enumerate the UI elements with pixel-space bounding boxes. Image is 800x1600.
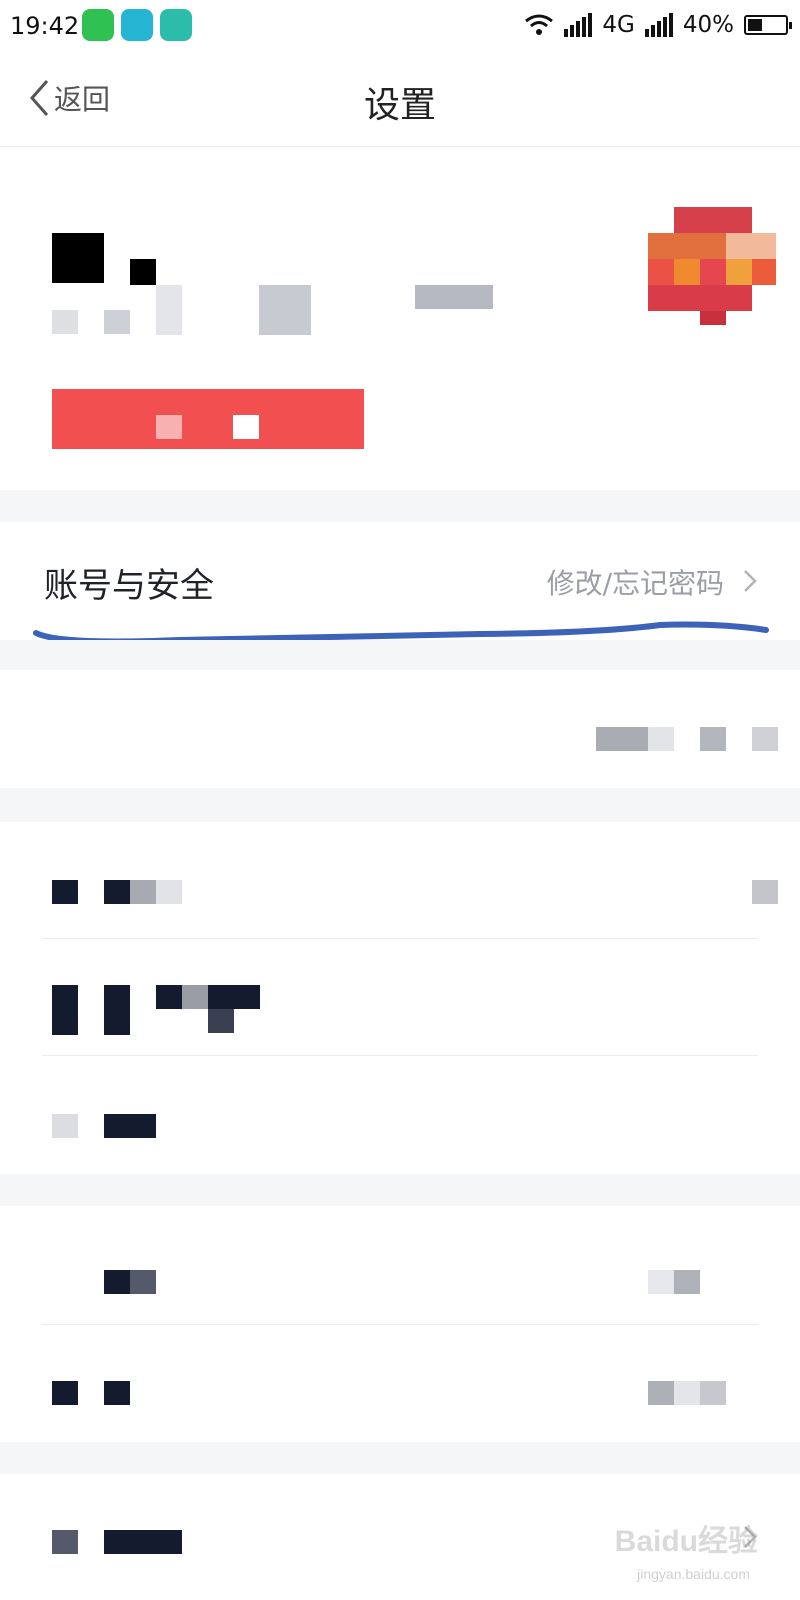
redacted-value [674,1270,700,1294]
redacted-info [156,285,182,335]
redacted-label [52,985,78,1035]
redacted-label [182,985,208,1009]
redacted-label [156,985,182,1009]
redacted-setting-row[interactable] [0,670,800,788]
redacted-value [596,727,648,751]
watermark-url: jingyan.baidu.com [637,1566,750,1582]
page-title: 设置 [363,85,436,126]
avatar-pixel [648,233,726,259]
redacted-value [648,1381,674,1405]
redacted-value [752,727,778,751]
wifi-icon [525,14,554,35]
avatar-pixel [726,233,776,259]
redacted-label [104,1381,130,1405]
redacted-username [52,233,104,283]
battery-percent: 40% [682,12,734,38]
redacted-label [130,1270,156,1294]
redacted-label [52,1114,78,1138]
avatar[interactable] [648,207,782,325]
redacted-value [700,727,726,751]
status-icons: 4G 40% [524,12,792,38]
redacted-info [415,285,493,309]
redacted-row-4[interactable] [0,1206,800,1324]
account-security-row[interactable]: 账号与安全 修改/忘记密码 [0,522,800,640]
redacted-label [52,1530,78,1554]
app-notification-icon-green [82,9,114,41]
redacted-label [52,1381,78,1405]
avatar-pixel [648,285,752,311]
redacted-label [104,1530,182,1554]
redacted-settings-group [0,822,800,1174]
nav-bar: 返回 设置 [0,54,800,147]
scan-icon [160,9,192,41]
redacted-info [259,285,311,335]
avatar-pixel [700,259,726,285]
redacted-row-3[interactable] [0,1056,800,1174]
signal-icon [564,13,593,37]
battery-icon [744,15,792,35]
redacted-value [752,880,778,904]
redacted-label [104,880,130,904]
status-bar: 19:42 4G 40% [0,0,800,54]
redacted-vip-badge [52,389,364,449]
avatar-pixel [674,259,700,285]
avatar-pixel [726,259,752,285]
redacted-username-part [130,259,156,285]
redacted-value [674,1381,700,1405]
watermark-brand: Baidu经验 [614,1525,758,1558]
redacted-info [104,310,130,334]
avatar-pixel [674,207,752,233]
redacted-label [156,880,182,904]
redacted-row-1[interactable] [0,822,800,938]
redacted-label [104,1114,156,1138]
redacted-badge-part [233,415,259,439]
avatar-pixel [700,311,726,325]
profile-card[interactable] [0,147,800,490]
redacted-value [700,1381,726,1405]
status-time: 19:42 [10,12,80,40]
redacted-value [648,1270,674,1294]
network-type: 4G [602,12,635,38]
redacted-badge-part [156,415,182,439]
redacted-label [208,1009,234,1033]
redacted-settings-group-2 [0,1206,800,1442]
redacted-label [104,985,130,1035]
hand-drawn-underline [33,621,769,640]
redacted-label [130,880,156,904]
redacted-info [52,310,78,334]
app-notification-icon-teal [121,9,153,41]
redacted-row-5[interactable] [0,1325,800,1442]
battery-fill [748,19,762,31]
redacted-label [104,1270,130,1294]
signal-icon-2 [644,13,673,37]
redacted-value [648,727,674,751]
redacted-row-2[interactable] [0,939,800,1055]
redacted-label [208,985,260,1009]
redacted-setting-row-bottom[interactable]: Baidu经验 jingyan.baidu.com [0,1474,800,1600]
avatar-pixel [752,259,776,285]
redacted-label [52,880,78,904]
avatar-pixel [648,259,674,285]
